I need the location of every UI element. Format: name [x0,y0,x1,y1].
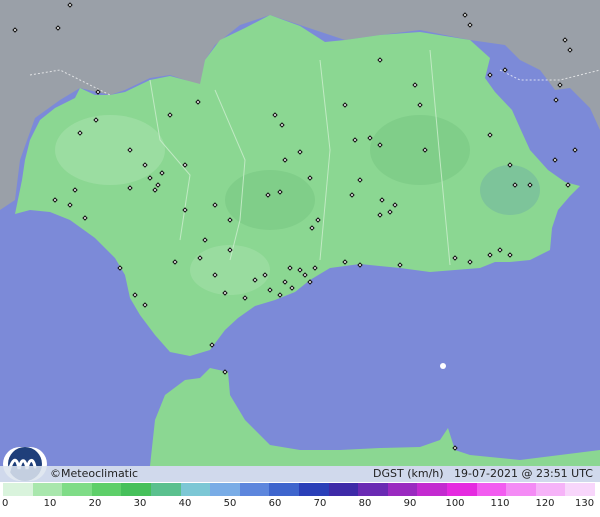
relief-patch [55,115,165,185]
scale-color-step [3,483,33,496]
scale-color-step [298,483,329,496]
scale-color-step [269,483,299,496]
scale-tick-label: 90 [403,498,417,509]
scale-tick-label: 110 [490,498,510,509]
scale-color-step [387,483,418,496]
scale-tick-label: 10 [43,498,57,509]
scale-color-step [91,483,122,496]
relief-patch [370,115,470,185]
info-bar: ©Meteoclimatic DGST (km/h) 19-07-2021 @ … [0,466,600,482]
scale-color-step [535,483,566,496]
scale-tick-label: 60 [268,498,282,509]
scale-color-step [62,483,92,496]
time-label: 23:51 UTC [535,467,593,480]
scale-tick-label: 40 [178,498,192,509]
legend-caption: DGST (km/h) 19-07-2021 @ 23:51 UTC [373,467,593,480]
scale-color-step [328,483,359,496]
wind-speed-color-scale: 0 10 20 30 40 50 60 70 80 90 100 110 120 130 [0,482,600,517]
scale-color-step [150,483,181,496]
wind-gust-map [0,0,600,517]
scale-tick-label: 130 [575,498,595,509]
scale-color-step [565,483,595,496]
color-bar [3,483,595,496]
relief-patch [480,165,540,215]
scale-tick-label: 120 [535,498,555,509]
scale-color-step [121,483,151,496]
variable-label: DGST (km/h) [373,467,444,480]
scale-color-step [239,483,270,496]
scale-tick-label: 50 [223,498,237,509]
scale-tick-label: 70 [313,498,327,509]
scale-tick-label: 0 [2,498,9,509]
scale-tick-label: 20 [88,498,102,509]
island [440,363,446,369]
relief-patch [225,170,315,230]
credit-text: ©Meteoclimatic [50,467,139,480]
scale-color-step [506,483,536,496]
scale-color-step [210,483,240,496]
date-label: 19-07-2021 [454,467,518,480]
scale-color-step [417,483,447,496]
scale-color-step [358,483,388,496]
scale-color-step [476,483,507,496]
scale-tick-label: 80 [358,498,372,509]
scale-tick-label: 30 [133,498,147,509]
scale-color-step [446,483,477,496]
scale-color-step [32,483,63,496]
scale-color-step [180,483,211,496]
scale-tick-label: 100 [445,498,465,509]
